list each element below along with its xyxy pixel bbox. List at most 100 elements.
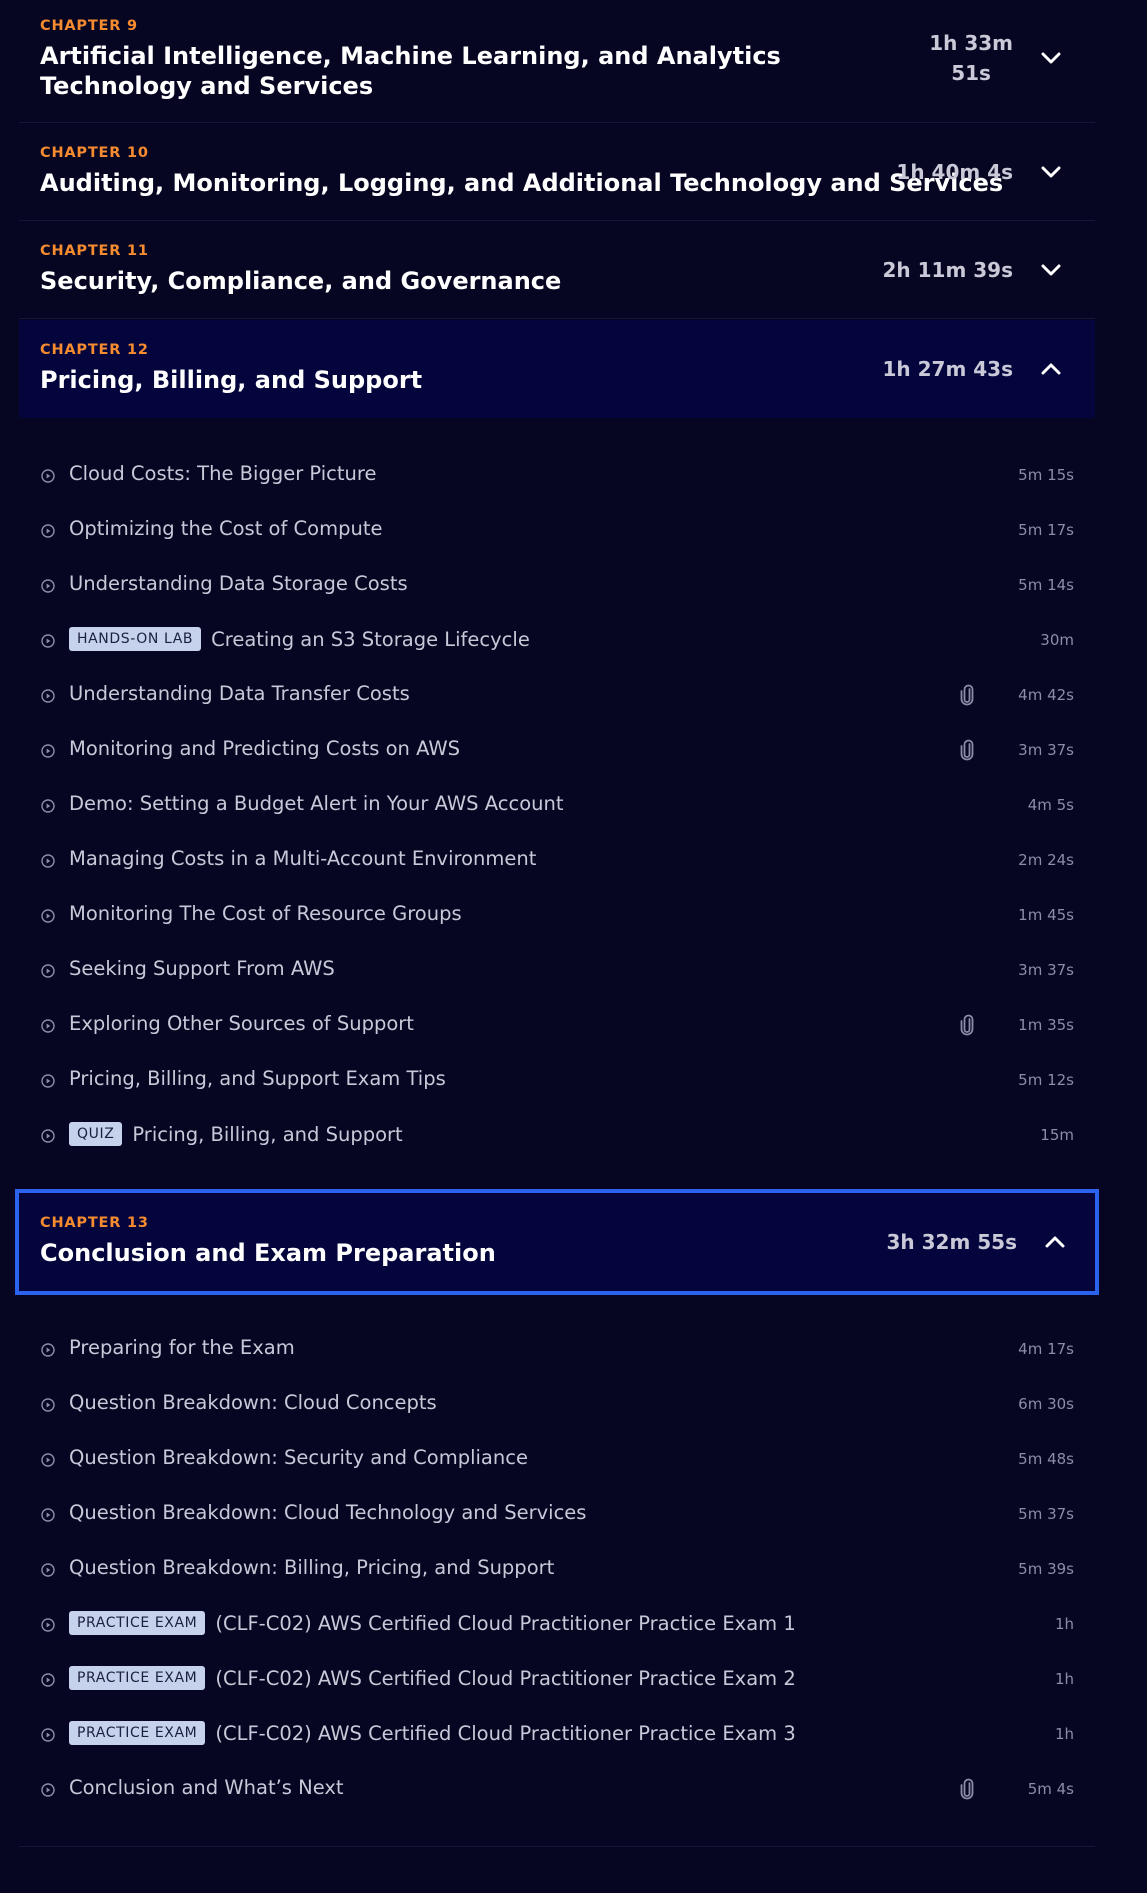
chevron-up-icon[interactable]: [1035, 1222, 1075, 1262]
lesson-item[interactable]: Question Breakdown: Cloud Concepts 6m 30s: [19, 1377, 1095, 1432]
chapter-label: CHAPTER 12: [40, 342, 149, 358]
play-circle-icon: [41, 1562, 55, 1577]
lesson-item[interactable]: Understanding Data Transfer Costs 4m 42s: [19, 668, 1095, 723]
lesson-item[interactable]: PRACTICE EXAM (CLF-C02) AWS Certified Clo…: [19, 1597, 1095, 1652]
lesson-title: Pricing, Billing, and Support: [132, 1122, 403, 1146]
lesson-duration: 6m 30s: [1018, 1395, 1074, 1413]
lesson-title-group: QUIZ Pricing, Billing, and Support: [69, 1122, 403, 1146]
lesson-item[interactable]: Preparing for the Exam 4m 17s: [19, 1322, 1095, 1377]
lesson-duration: 30m: [1040, 631, 1074, 649]
lesson-item[interactable]: Understanding Data Storage Costs 5m 14s: [19, 558, 1095, 613]
lesson-title: Understanding Data Transfer Costs: [69, 682, 410, 705]
lesson-title-group: Preparing for the Exam: [69, 1336, 295, 1359]
lesson-title-group: Understanding Data Transfer Costs: [69, 682, 410, 705]
lesson-type-badge: HANDS-ON LAB: [69, 627, 202, 651]
play-circle-icon: [41, 1018, 55, 1033]
play-circle-icon: [41, 1507, 55, 1522]
course-outline: CHAPTER 9 Artificial Intelligence, Machi…: [0, 0, 1147, 1893]
paperclip-icon[interactable]: [957, 1777, 977, 1801]
lesson-title: Managing Costs in a Multi-Account Enviro…: [69, 847, 537, 870]
play-circle-icon: [41, 1672, 55, 1687]
chapter-label: CHAPTER 11: [40, 243, 149, 259]
paperclip-icon[interactable]: [957, 738, 977, 762]
paperclip-icon[interactable]: [957, 683, 977, 707]
lesson-duration: 5m 14s: [1018, 576, 1074, 594]
lesson-item[interactable]: Monitoring and Predicting Costs on AWS 3m…: [19, 723, 1095, 778]
lesson-title: Conclusion and What’s Next: [69, 1776, 344, 1799]
lesson-title: Question Breakdown: Cloud Technology and…: [69, 1501, 587, 1524]
lesson-title: Understanding Data Storage Costs: [69, 572, 408, 595]
lesson-item[interactable]: PRACTICE EXAM (CLF-C02) AWS Certified Clo…: [19, 1707, 1095, 1762]
lesson-duration: 3m 37s: [1018, 961, 1074, 979]
chapter-title: Pricing, Billing, and Support: [40, 366, 423, 394]
lesson-item[interactable]: Exploring Other Sources of Support 1m 35s: [19, 998, 1095, 1053]
chapter-label: CHAPTER 10: [40, 145, 149, 161]
lesson-item[interactable]: Monitoring The Cost of Resource Groups 1m…: [19, 888, 1095, 943]
lesson-item[interactable]: HANDS-ON LAB Creating an S3 Storage Lifec…: [19, 613, 1095, 668]
lesson-duration: 5m 15s: [1018, 466, 1074, 484]
chapter-9-header[interactable]: CHAPTER 9 Artificial Intelligence, Machi…: [19, 0, 1095, 123]
lesson-title: Monitoring The Cost of Resource Groups: [69, 902, 462, 925]
lesson-item[interactable]: QUIZ Pricing, Billing, and Support 15m: [19, 1108, 1095, 1163]
lesson-duration: 5m 12s: [1018, 1071, 1074, 1089]
lesson-item[interactable]: Question Breakdown: Billing, Pricing, an…: [19, 1542, 1095, 1597]
lesson-title-group: Question Breakdown: Billing, Pricing, an…: [69, 1556, 554, 1579]
lesson-duration: 1m 45s: [1018, 906, 1074, 924]
chapter-duration: 2h 11m 39s: [882, 258, 1014, 282]
chapter-label: CHAPTER 9: [40, 18, 138, 34]
chapter-11-header[interactable]: CHAPTER 11 Security, Compliance, and Gov…: [19, 221, 1095, 319]
chevron-down-icon[interactable]: [1031, 250, 1071, 290]
chapter-12-header[interactable]: CHAPTER 12 Pricing, Billing, and Support…: [19, 320, 1095, 418]
lesson-item[interactable]: Seeking Support From AWS 3m 37s: [19, 943, 1095, 998]
lesson-duration: 1m 35s: [1018, 1016, 1074, 1034]
play-circle-icon: [41, 1397, 55, 1412]
lesson-title-group: PRACTICE EXAM (CLF-C02) AWS Certified Clo…: [69, 1666, 796, 1690]
chapter-title: Artificial Intelligence, Machine Learnin…: [40, 42, 781, 100]
chapter-duration-line1: 1h 33m: [929, 31, 1013, 55]
chevron-down-icon[interactable]: [1031, 38, 1071, 78]
lesson-duration: 5m 48s: [1018, 1450, 1074, 1468]
play-circle-icon: [41, 908, 55, 923]
chevron-down-icon[interactable]: [1031, 152, 1071, 192]
chapter-label: CHAPTER 13: [40, 1215, 149, 1231]
lesson-title: Question Breakdown: Security and Complia…: [69, 1446, 528, 1469]
lesson-type-badge: QUIZ: [69, 1122, 123, 1146]
play-circle-icon: [41, 468, 55, 483]
lesson-title: Question Breakdown: Cloud Concepts: [69, 1391, 437, 1414]
lesson-duration: 3m 37s: [1018, 741, 1074, 759]
lesson-duration: 2m 24s: [1018, 851, 1074, 869]
chevron-up-icon[interactable]: [1031, 349, 1071, 389]
lesson-item[interactable]: Question Breakdown: Cloud Technology and…: [19, 1487, 1095, 1542]
lesson-item[interactable]: Cloud Costs: The Bigger Picture 5m 15s: [19, 448, 1095, 503]
lesson-title: (CLF-C02) AWS Certified Cloud Practition…: [215, 1721, 796, 1745]
lesson-duration: 1h: [1054, 1725, 1074, 1743]
lesson-item[interactable]: Demo: Setting a Budget Alert in Your AWS…: [19, 778, 1095, 833]
lesson-duration: 1h: [1054, 1670, 1074, 1688]
play-circle-icon: [41, 743, 55, 758]
lesson-item[interactable]: Question Breakdown: Security and Complia…: [19, 1432, 1095, 1487]
lesson-duration: 15m: [1040, 1126, 1074, 1144]
play-circle-icon: [41, 578, 55, 593]
lesson-title: (CLF-C02) AWS Certified Cloud Practition…: [215, 1666, 796, 1690]
lesson-item[interactable]: Managing Costs in a Multi-Account Enviro…: [19, 833, 1095, 888]
chapter-title: Conclusion and Exam Preparation: [40, 1239, 496, 1267]
lesson-title-group: Exploring Other Sources of Support: [69, 1012, 414, 1035]
play-circle-icon: [41, 1073, 55, 1088]
lesson-title-group: PRACTICE EXAM (CLF-C02) AWS Certified Clo…: [69, 1721, 796, 1745]
chapter-13-header[interactable]: CHAPTER 13 Conclusion and Exam Preparati…: [15, 1189, 1099, 1295]
chapter-10-header[interactable]: CHAPTER 10 Auditing, Monitoring, Logging…: [19, 123, 1095, 221]
lesson-item[interactable]: PRACTICE EXAM (CLF-C02) AWS Certified Clo…: [19, 1652, 1095, 1707]
play-circle-icon: [41, 1782, 55, 1797]
lesson-title-group: Seeking Support From AWS: [69, 957, 335, 980]
play-circle-icon: [41, 1128, 55, 1143]
lesson-item[interactable]: Conclusion and What’s Next 5m 4s: [19, 1762, 1095, 1817]
lesson-item[interactable]: Optimizing the Cost of Compute 5m 17s: [19, 503, 1095, 558]
lesson-title: Monitoring and Predicting Costs on AWS: [69, 737, 461, 760]
lesson-title-group: HANDS-ON LAB Creating an S3 Storage Lifec…: [69, 627, 530, 651]
lesson-item[interactable]: Pricing, Billing, and Support Exam Tips 5…: [19, 1053, 1095, 1108]
lesson-title-group: Demo: Setting a Budget Alert in Your AWS…: [69, 792, 564, 815]
play-circle-icon: [41, 853, 55, 868]
lesson-duration: 4m 5s: [1027, 796, 1074, 814]
lesson-title-group: Pricing, Billing, and Support Exam Tips: [69, 1067, 446, 1090]
paperclip-icon[interactable]: [957, 1013, 977, 1037]
